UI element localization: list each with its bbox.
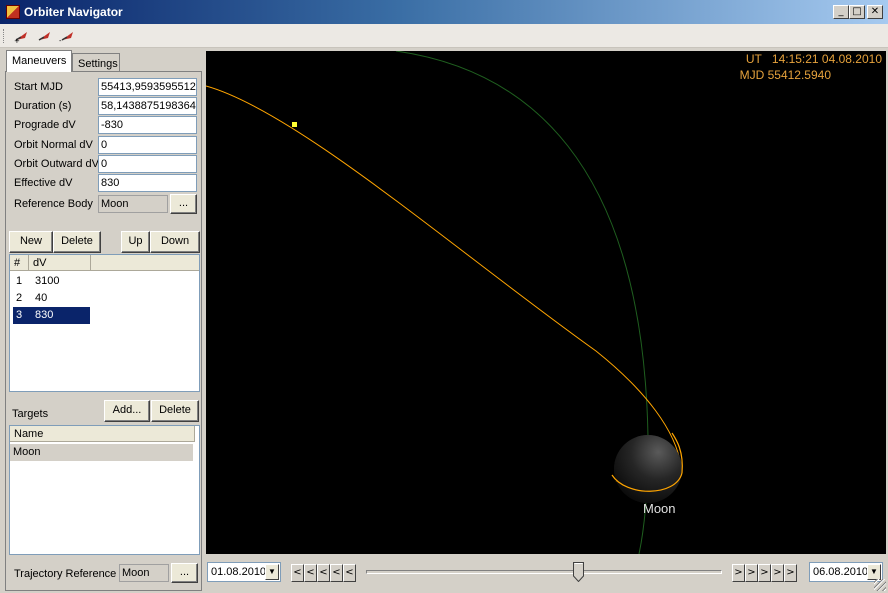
resize-grip[interactable] xyxy=(874,579,886,591)
minimize-button[interactable]: _ xyxy=(833,5,849,19)
step-forward-button-5[interactable]: > xyxy=(784,564,797,582)
prograde-dv-field[interactable]: -830 xyxy=(98,116,197,134)
svg-text:+: + xyxy=(14,37,20,44)
window-title: Orbiter Navigator xyxy=(24,5,123,19)
start-date-picker[interactable]: 01.08.2010 ▼ xyxy=(207,562,281,582)
duration-label: Duration (s) xyxy=(14,100,72,112)
start-mjd-label: Start MJD xyxy=(14,81,63,93)
targets-list[interactable]: Name Moon xyxy=(9,425,200,555)
maneuver-marker xyxy=(292,122,297,127)
toolbar: + - xyxy=(0,24,888,48)
end-date-value: 06.08.2010 xyxy=(813,566,869,578)
delete-target-button[interactable]: Delete xyxy=(151,400,199,422)
list-item[interactable]: 2 40 xyxy=(10,290,199,307)
column-header-name[interactable]: Name xyxy=(10,426,195,442)
time-slider-track[interactable] xyxy=(366,570,722,574)
effective-dv-field[interactable]: 830 xyxy=(98,174,197,192)
list-item-number: 3 xyxy=(16,309,23,321)
add-target-button[interactable]: Add... xyxy=(104,400,150,422)
maneuver-list[interactable]: # dV 1 3100 2 40 3 830 xyxy=(9,254,200,392)
close-button[interactable]: ✕ xyxy=(867,5,883,19)
prograde-dv-label: Prograde dV xyxy=(14,119,76,131)
new-maneuver-button[interactable]: New xyxy=(9,231,53,253)
ut-label: UT xyxy=(745,52,762,66)
reference-body-label: Reference Body xyxy=(14,198,93,210)
step-back-button-5[interactable]: < xyxy=(343,564,356,582)
list-item[interactable]: Moon xyxy=(10,444,193,461)
hud-mjd: MJD 55412.5940 xyxy=(739,68,831,82)
timeline-bar: 01.08.2010 ▼ < < < < < > > > > > 06.08.2… xyxy=(206,556,888,593)
end-date-picker[interactable]: 06.08.2010 ▼ xyxy=(809,562,883,582)
list-item-dv: 830 xyxy=(35,309,54,321)
orbit-normal-dv-label: Orbit Normal dV xyxy=(14,139,93,151)
reference-body-browse-button[interactable]: ... xyxy=(170,194,197,214)
trajectory-reference-label: Trajectory Reference xyxy=(14,568,117,580)
step-forward-button-3[interactable]: > xyxy=(758,564,771,582)
moon-label: Moon xyxy=(643,501,676,516)
chevron-down-icon[interactable]: ▼ xyxy=(265,564,279,580)
list-item-dv: 3100 xyxy=(35,275,60,287)
step-forward-button-4[interactable]: > xyxy=(771,564,784,582)
trajectory-reference-browse-button[interactable]: ... xyxy=(171,563,198,583)
delete-maneuver-button[interactable]: Delete xyxy=(53,231,101,253)
edit-maneuver-icon[interactable] xyxy=(36,28,54,44)
tab-maneuvers[interactable]: Maneuvers xyxy=(6,50,72,72)
list-item-dv: 40 xyxy=(35,292,48,304)
list-item-number: 2 xyxy=(16,292,23,304)
toolbar-grip[interactable] xyxy=(3,29,6,43)
step-forward-button-2[interactable]: > xyxy=(745,564,758,582)
step-back-button-1[interactable]: < xyxy=(291,564,304,582)
effective-dv-label: Effective dV xyxy=(14,177,73,189)
orbit-viewport[interactable]: UT 14:15:21 04.08.2010 MJD 55412.5940 Mo… xyxy=(206,51,886,554)
target-name: Moon xyxy=(13,446,41,458)
start-mjd-field[interactable]: 55413,9593595512 xyxy=(98,78,197,96)
list-item-selected[interactable]: 3 830 xyxy=(13,307,90,324)
trajectory-reference-field: Moon xyxy=(119,564,169,582)
app-icon xyxy=(6,5,20,19)
orbit-normal-dv-field[interactable]: 0 xyxy=(98,136,197,154)
delete-maneuver-icon[interactable]: - xyxy=(59,28,77,45)
svg-text:-: - xyxy=(59,37,62,44)
move-down-button[interactable]: Down xyxy=(150,231,200,253)
list-item-number: 1 xyxy=(16,275,23,287)
list-item[interactable]: 1 3100 xyxy=(10,273,199,290)
spacecraft-trajectory xyxy=(206,85,682,491)
left-panel: Maneuvers Settings Start MJD 55413,95935… xyxy=(0,48,205,593)
targets-label: Targets xyxy=(12,408,49,420)
orbit-outward-dv-field[interactable]: 0 xyxy=(98,155,197,173)
maneuvers-tab-page: Start MJD 55413,9593595512 Duration (s) … xyxy=(5,71,202,591)
step-back-button-2[interactable]: < xyxy=(304,564,317,582)
maximize-button[interactable]: □ xyxy=(849,5,865,19)
orbit-outward-dv-label: Orbit Outward dV xyxy=(14,158,99,170)
chevron-down-icon[interactable]: ▼ xyxy=(867,564,881,580)
step-forward-button-1[interactable]: > xyxy=(732,564,745,582)
ut-time: 14:15:21 04.08.2010 xyxy=(771,52,882,66)
step-back-button-4[interactable]: < xyxy=(330,564,343,582)
moon-shading xyxy=(614,435,682,503)
duration-field[interactable]: 58,1438875198364 xyxy=(98,97,197,115)
time-slider-thumb[interactable] xyxy=(573,562,584,583)
moon-orbit-path xyxy=(395,51,649,554)
hud-ut: UT 14:15:21 04.08.2010 xyxy=(746,52,882,66)
reference-body-field: Moon xyxy=(98,195,168,213)
step-back-button-3[interactable]: < xyxy=(317,564,330,582)
title-bar: Orbiter Navigator _ □ ✕ xyxy=(0,0,888,24)
move-up-button[interactable]: Up xyxy=(121,231,150,253)
column-header-filler xyxy=(91,255,199,271)
column-header-number[interactable]: # xyxy=(10,255,29,271)
start-date-value: 01.08.2010 xyxy=(211,566,267,578)
new-maneuver-icon[interactable]: + xyxy=(13,28,31,45)
orbit-canvas xyxy=(206,51,683,554)
tab-settings[interactable]: Settings xyxy=(72,53,120,71)
column-header-dv[interactable]: dV xyxy=(29,255,91,271)
